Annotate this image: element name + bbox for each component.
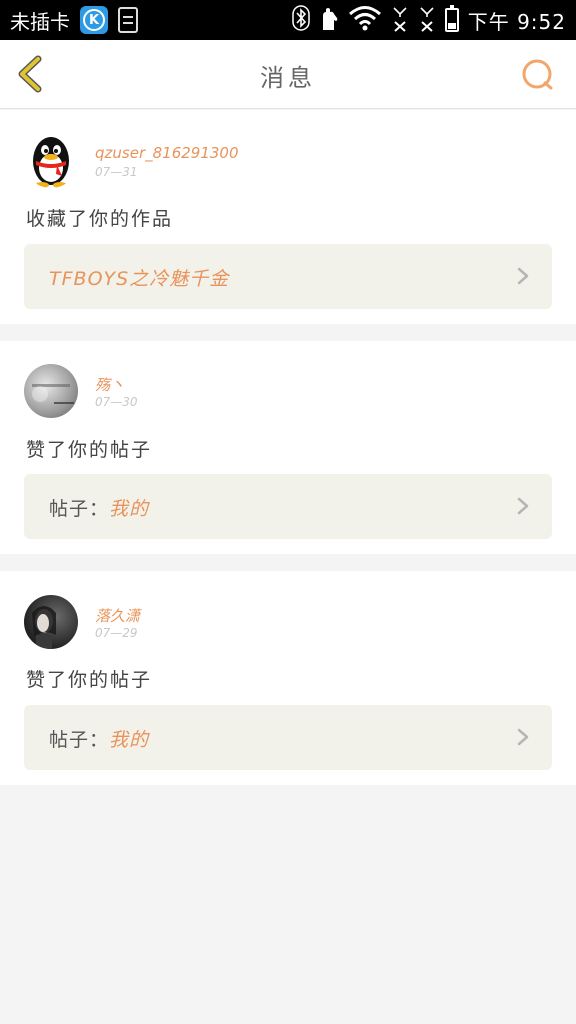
qq-penguin-icon — [33, 137, 69, 188]
target-prefix: 帖子： — [49, 498, 110, 520]
message-date: 07—30 — [95, 395, 138, 409]
message-card: qzuser_816291300 07—31 收藏了你的作品 TFBOYS之冷魅… — [0, 110, 576, 324]
target-link-row[interactable]: 帖子：我的 — [24, 705, 552, 770]
status-bar: 未插卡 K 下午 9:52 — [0, 0, 576, 40]
clock: 下午 9:52 — [467, 9, 566, 34]
app-k-label: K — [83, 9, 105, 31]
avatar-photo-icon — [32, 384, 74, 404]
carrier-label: 未插卡 — [10, 9, 70, 34]
action-text: 收藏了你的作品 — [26, 208, 174, 230]
username[interactable]: 落久潇 — [95, 605, 140, 626]
message-card: 殇丶 07—30 赞了你的帖子 帖子：我的 — [0, 341, 576, 554]
target-prefix: 帖子： — [49, 729, 110, 751]
target-label: 帖子：我的 — [49, 725, 149, 752]
target-label: 帖子：我的 — [49, 494, 149, 521]
target-link-row[interactable]: TFBOYS之冷魅千金 — [24, 244, 552, 309]
target-link-row[interactable]: 帖子：我的 — [24, 474, 552, 539]
glove-icon — [319, 6, 339, 34]
action-text: 赞了你的帖子 — [26, 439, 153, 461]
wifi-icon — [348, 5, 382, 35]
username[interactable]: 殇丶 — [95, 374, 125, 395]
avatar[interactable] — [24, 364, 78, 418]
message-date: 07—31 — [95, 165, 138, 179]
battery-icon — [444, 5, 459, 32]
search-button[interactable] — [518, 56, 558, 96]
message-date: 07—29 — [95, 626, 138, 640]
page-title: 消息 — [260, 64, 316, 92]
chevron-right-icon — [517, 497, 529, 515]
message-card: 落久潇 07—29 赞了你的帖子 帖子：我的 — [0, 571, 576, 785]
target-title: 我的 — [109, 729, 150, 751]
chevron-right-icon — [517, 267, 529, 285]
chevron-right-icon — [517, 728, 529, 746]
target-title: TFBOYS之冷魅千金 — [49, 268, 230, 290]
app-k-icon: K — [80, 6, 108, 34]
nav-header: 消息 — [0, 40, 576, 109]
action-text: 赞了你的帖子 — [26, 669, 153, 691]
document-icon — [118, 7, 138, 33]
avatar[interactable] — [24, 595, 78, 649]
target-label: TFBOYS之冷魅千金 — [49, 264, 229, 291]
sim1-signal-icon — [391, 6, 409, 35]
bluetooth-icon — [291, 4, 310, 36]
target-title: 我的 — [109, 498, 150, 520]
avatar[interactable] — [24, 134, 78, 188]
avatar-photo-icon — [32, 606, 56, 649]
search-icon — [522, 59, 553, 90]
username[interactable]: qzuser_816291300 — [95, 144, 239, 162]
sim2-signal-icon — [418, 6, 436, 35]
